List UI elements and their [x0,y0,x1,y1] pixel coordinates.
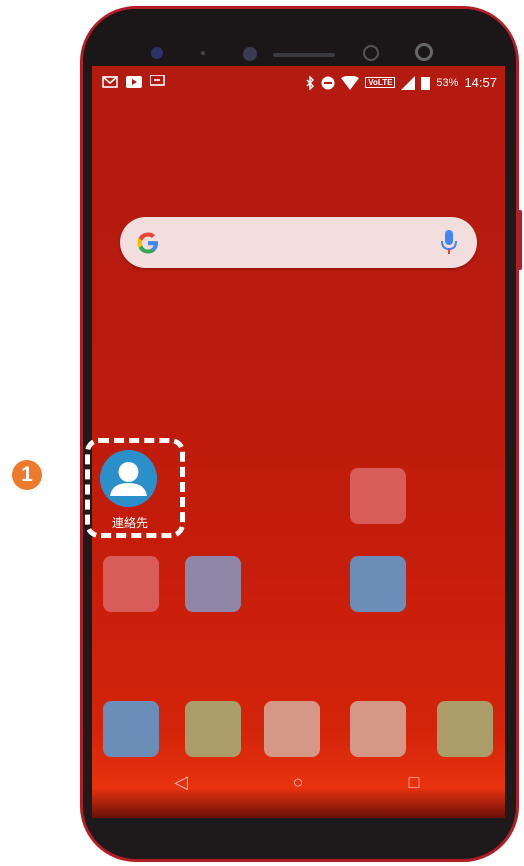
battery-percent: 53% [436,76,459,89]
volte-icon: VoLTE [365,77,396,88]
youtube-icon [126,76,142,88]
front-camera-icon [151,47,163,59]
earpiece-speaker [273,53,335,57]
app-tile[interactable] [103,556,159,612]
signal-icon [401,75,416,90]
app-tile[interactable] [185,556,241,612]
highlight-box [85,438,185,538]
status-bar: VoLTE 53% 14:57 [92,66,505,100]
sensor-icon-2 [363,45,379,61]
bluetooth-icon [306,75,315,90]
dock-app-tile[interactable] [437,701,493,757]
recents-button[interactable]: □ [399,772,429,793]
app-tile[interactable] [350,556,406,612]
dock-app-tile[interactable] [103,701,159,757]
camera-lens-icon [243,47,257,61]
mic-icon[interactable] [439,229,459,255]
chat-icon [150,75,165,86]
step-number-badge: 1 [12,460,42,490]
google-logo-icon [137,232,158,254]
gmail-icon [102,76,118,88]
home-button[interactable]: ○ [283,772,313,793]
clock: 14:57 [464,75,497,90]
wifi-icon [341,75,360,90]
dock-app-tile[interactable] [264,701,320,757]
app-tile[interactable] [350,468,406,524]
battery-icon [421,76,431,90]
dock-app-tile[interactable] [350,701,406,757]
navigation-bar: ◁ ○ □ [92,762,505,818]
google-search-bar[interactable] [120,217,477,268]
sensor-icon-3 [415,43,433,61]
back-button[interactable]: ◁ [166,772,196,793]
dnd-icon [321,76,335,89]
phone-bezel-top [83,9,516,71]
dock-app-tile[interactable] [185,701,241,757]
sensor-icon [201,51,205,55]
